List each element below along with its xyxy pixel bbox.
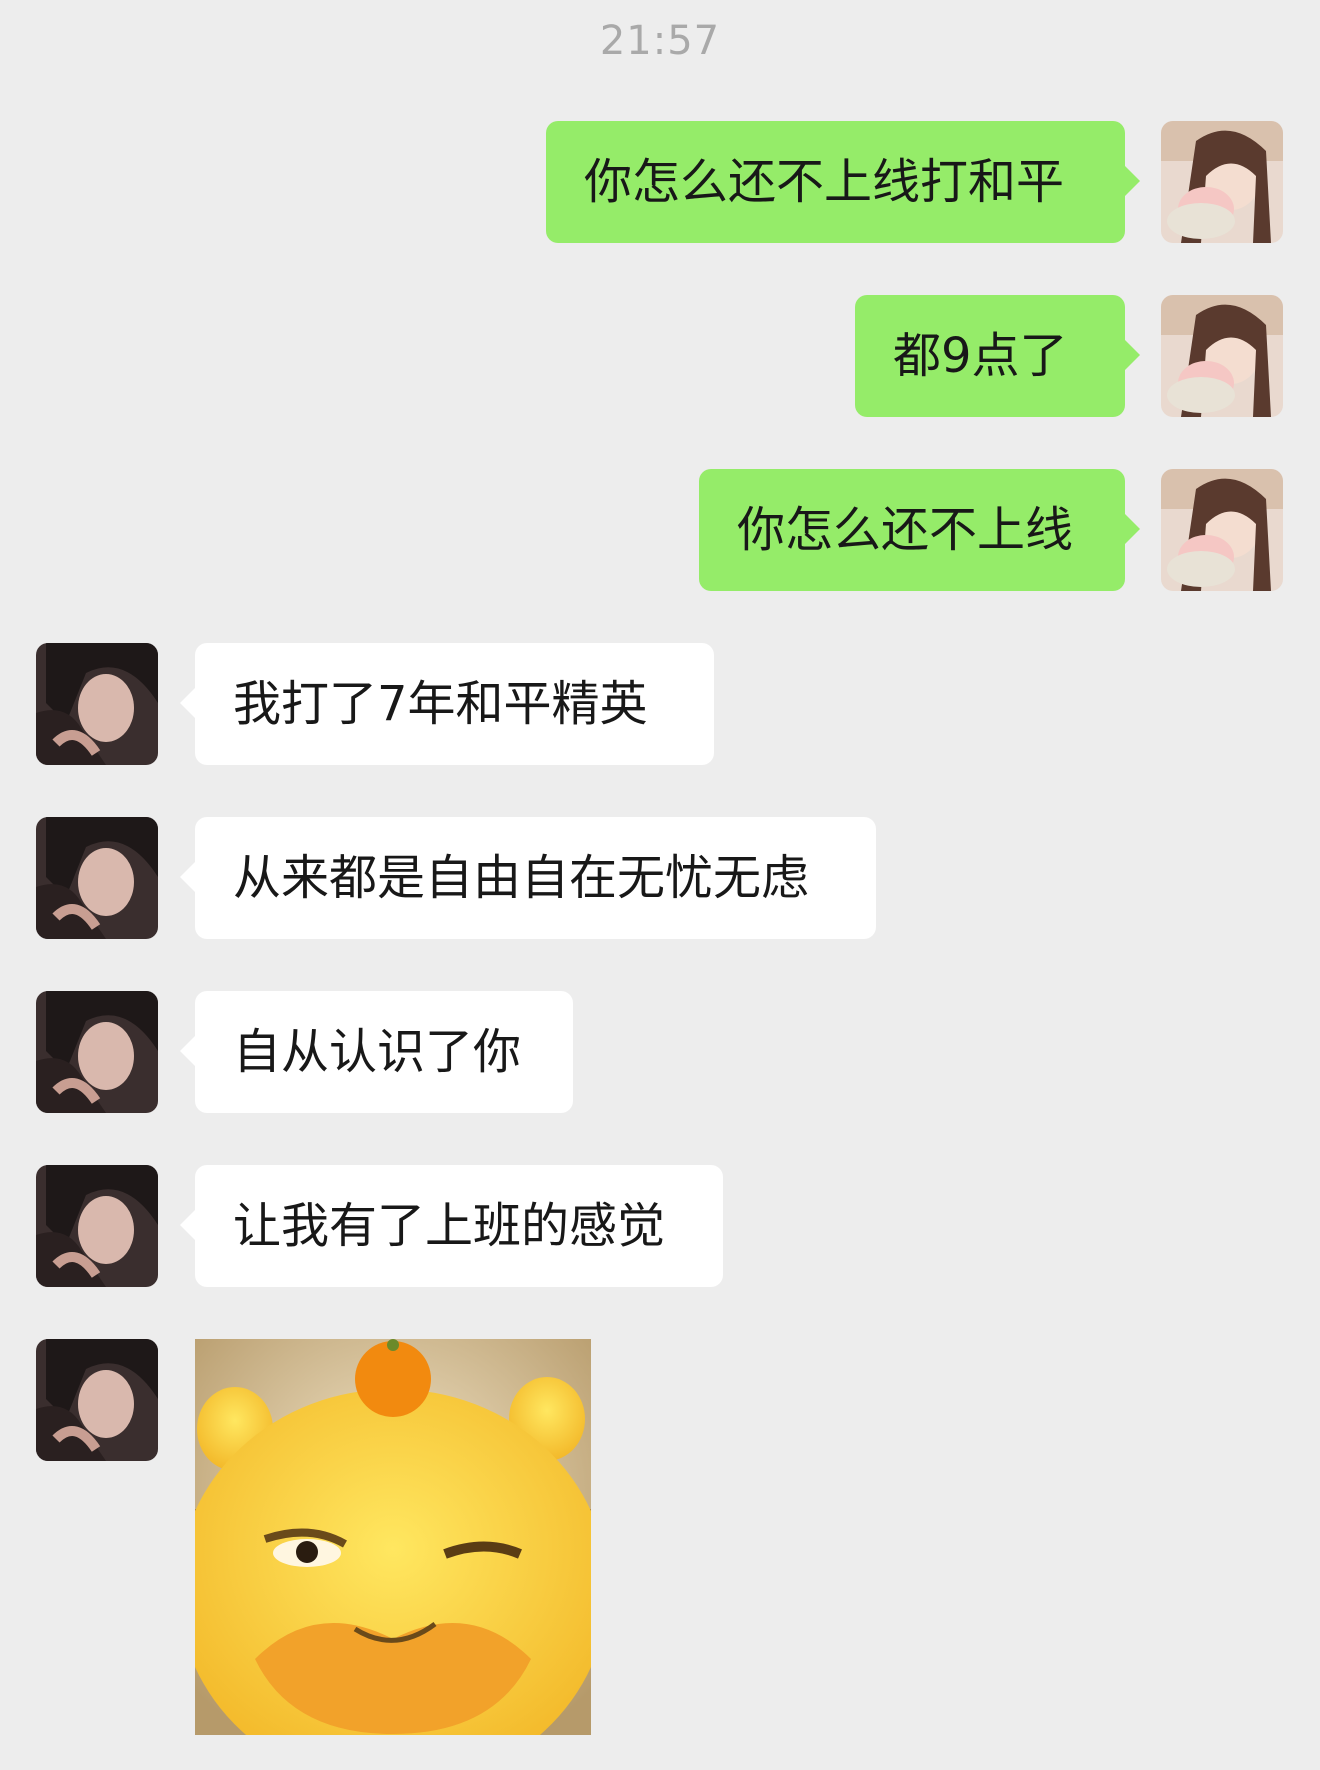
contact-avatar[interactable] [36, 991, 158, 1113]
my-avatar[interactable] [1161, 121, 1283, 243]
timestamp: 21:57 [599, 18, 721, 64]
contact-avatar[interactable] [36, 1339, 158, 1461]
contact-avatar[interactable] [36, 643, 158, 765]
message-text: 你怎么还不上线打和平 [584, 154, 1065, 210]
contact-message-bubble[interactable]: 让我有了上班的感觉 [180, 1165, 723, 1287]
my-message-bubble[interactable]: 你怎么还不上线打和平 [546, 121, 1140, 243]
contact-avatar[interactable] [36, 817, 158, 939]
contact-message-bubble[interactable]: 从来都是自由自在无忧无虑 [180, 817, 876, 939]
my-message-bubble[interactable]: 你怎么还不上线 [699, 469, 1140, 591]
message-text: 都9点了 [893, 328, 1068, 384]
contact-avatar[interactable] [36, 1165, 158, 1287]
message-text: 自从认识了你 [233, 1024, 522, 1080]
message-text: 我打了7年和平精英 [233, 676, 648, 732]
my-avatar[interactable] [1161, 469, 1283, 591]
message-text: 你怎么还不上线 [737, 502, 1074, 558]
my-message-bubble[interactable]: 都9点了 [855, 295, 1140, 417]
contact-message-bubble[interactable]: 自从认识了你 [180, 991, 573, 1113]
my-avatar[interactable] [1161, 295, 1283, 417]
message-text: 让我有了上班的感觉 [233, 1198, 666, 1254]
contact-message-bubble[interactable]: 我打了7年和平精英 [180, 643, 714, 765]
yellow-bear-sticker-icon[interactable] [195, 1339, 591, 1735]
message-text: 从来都是自由自在无忧无虑 [233, 850, 810, 906]
